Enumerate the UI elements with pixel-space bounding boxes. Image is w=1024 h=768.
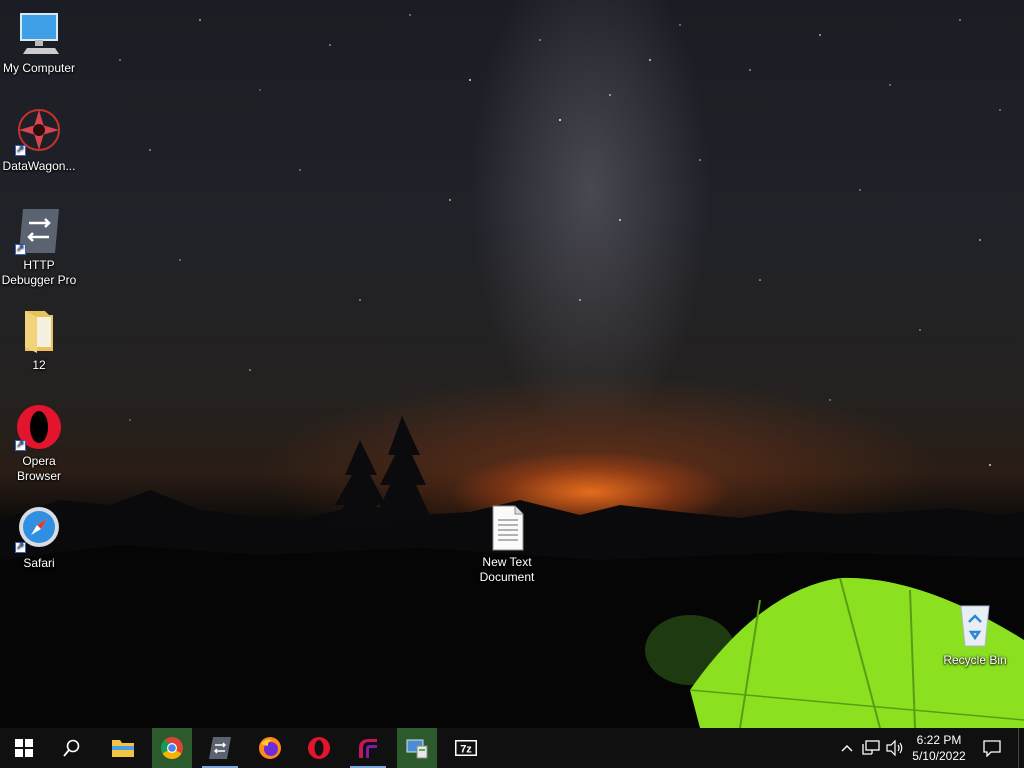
control-panel-icon — [406, 739, 428, 759]
chevron-up-icon — [841, 745, 853, 752]
clock-time: 6:22 PM — [916, 733, 962, 747]
text-document-icon — [483, 504, 531, 552]
http-debugger-label-line1: HTTP — [23, 258, 55, 272]
taskbar-chrome[interactable] — [152, 728, 192, 768]
http-debugger-icon — [15, 207, 63, 256]
my-computer-desktop-icon[interactable]: My Computer — [0, 10, 78, 76]
shortcut-arrow-icon — [15, 437, 26, 452]
folder-12-desktop-icon[interactable]: 12 — [0, 307, 78, 373]
firefox-icon — [259, 737, 281, 759]
7zip-icon: 7z — [455, 740, 477, 756]
new-text-document-label-line2: Document — [479, 570, 535, 584]
network-icon — [862, 740, 880, 755]
opera-icon — [15, 403, 63, 452]
clock[interactable]: 6:22 PM 5/10/2022 — [908, 732, 970, 764]
taskbar-7zip[interactable]: 7z — [446, 728, 486, 768]
speaker-icon — [886, 740, 903, 756]
safari-icon — [15, 505, 63, 554]
recycle-bin-desktop-icon[interactable]: Recycle Bin — [936, 602, 1014, 668]
datawagon-desktop-icon[interactable]: DataWagon... — [0, 108, 78, 174]
http-debugger-icon — [209, 737, 231, 759]
desktop-wallpaper: My Computer DataWagon... HTTP Debugger P… — [0, 0, 1024, 728]
shortcut-arrow-icon — [15, 142, 26, 157]
folder-12-label: 12 — [32, 358, 46, 372]
shortcut-arrow-icon — [15, 539, 26, 554]
opera-icon — [308, 737, 330, 759]
new-text-document-desktop-icon[interactable]: New Text Document — [468, 504, 546, 585]
http-debugger-label-line2: Debugger Pro — [1, 273, 77, 287]
windows-logo-icon — [15, 739, 33, 757]
recycle-bin-icon — [951, 602, 999, 650]
volume-tray-button[interactable] — [884, 728, 906, 768]
opera-label-line1: Opera — [22, 454, 56, 468]
taskbar-control-panel[interactable] — [397, 728, 437, 768]
safari-label: Safari — [23, 556, 55, 570]
starry-sky-wallpaper — [0, 14, 1024, 728]
show-hidden-icons-button[interactable] — [838, 728, 856, 768]
folder-icon — [15, 307, 63, 355]
taskbar-file-explorer[interactable] — [103, 728, 143, 768]
search-button[interactable] — [52, 728, 92, 768]
notification-icon — [983, 740, 1001, 757]
recycle-bin-label: Recycle Bin — [943, 653, 1007, 667]
taskbar-firefox[interactable] — [250, 728, 290, 768]
opera-desktop-icon[interactable]: Opera Browser — [0, 403, 78, 484]
chrome-icon — [161, 737, 183, 759]
start-button[interactable] — [4, 728, 44, 768]
taskbar-http-debugger[interactable] — [200, 728, 240, 768]
safari-desktop-icon[interactable]: Safari — [0, 505, 78, 571]
datawagon-icon — [359, 739, 377, 758]
taskbar-datawagon[interactable] — [348, 728, 388, 768]
new-text-document-label-line1: New Text — [482, 555, 532, 569]
my-computer-label: My Computer — [2, 61, 76, 75]
taskbar: 7z 6:22 PM 5/10/2022 — [0, 728, 1024, 768]
datawagon-label: DataWagon... — [2, 159, 76, 173]
datawagon-icon — [15, 108, 63, 157]
monitor-icon — [15, 10, 63, 58]
taskbar-opera[interactable] — [299, 728, 339, 768]
search-icon — [63, 739, 80, 757]
clock-date: 5/10/2022 — [912, 749, 966, 763]
opera-label-line2: Browser — [16, 469, 61, 483]
file-explorer-icon — [112, 740, 134, 757]
show-desktop-button[interactable] — [1018, 728, 1024, 768]
action-center-button[interactable] — [972, 728, 1012, 768]
http-debugger-desktop-icon[interactable]: HTTP Debugger Pro — [0, 207, 78, 288]
network-tray-button[interactable] — [860, 728, 882, 768]
svg-text:7z: 7z — [460, 744, 472, 756]
shortcut-arrow-icon — [15, 241, 26, 256]
